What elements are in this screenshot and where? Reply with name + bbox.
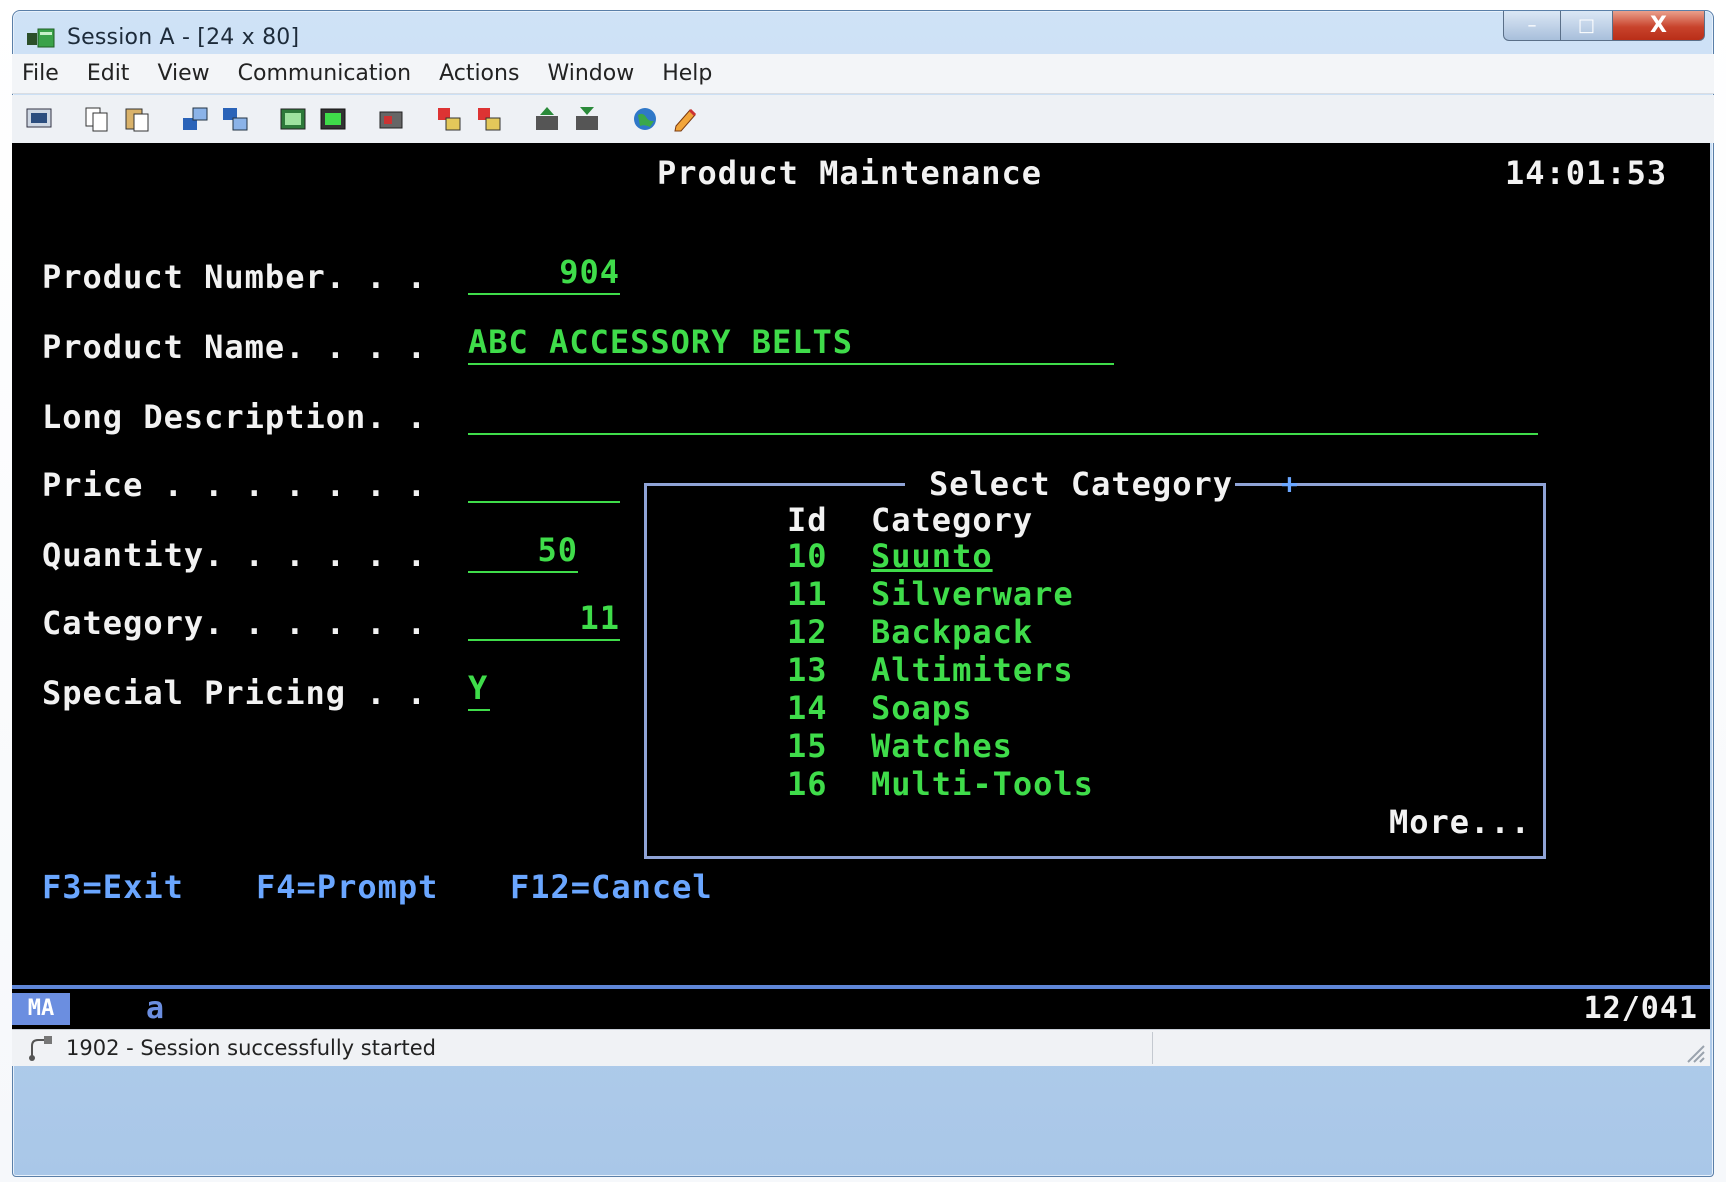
menu-bar: File Edit View Communication Actions Win… (12, 54, 1714, 94)
category-id: 10 (787, 537, 828, 575)
label-price: Price . . . . . . . (42, 466, 428, 504)
screen-heading: Product Maintenance (657, 154, 1043, 192)
screen-time: 14:01:53 (1505, 154, 1668, 192)
toolbar (12, 95, 1714, 143)
status-bar: 1902 - Session successfully started (12, 1029, 1710, 1066)
receive-icon (223, 108, 248, 131)
category-id: 14 (787, 689, 828, 727)
category-option[interactable]: Soaps (871, 690, 972, 726)
menu-view[interactable]: View (157, 61, 209, 86)
transfer-up-button[interactable] (530, 102, 564, 136)
category-field[interactable]: 11 (468, 599, 620, 641)
long-description-field[interactable] (468, 399, 1538, 435)
transfer-down-icon (576, 107, 598, 130)
product-name-value: ABC ACCESSORY BELTS (468, 323, 854, 361)
category-option[interactable]: Watches (871, 728, 1013, 764)
f4-prompt-key[interactable]: F4=Prompt (256, 869, 438, 905)
label-special-pricing: Special Pricing . . (42, 674, 428, 712)
operator-information-area: MA a 12/041 (12, 989, 1710, 1029)
category-id: 16 (787, 765, 828, 803)
minimize-icon: – (1527, 15, 1537, 36)
label-category: Category. . . . . . (42, 604, 428, 642)
quantity-value: 50 (537, 531, 578, 569)
cursor-position: 12/041 (1583, 991, 1698, 1026)
product-number-field[interactable]: 904 (468, 253, 620, 295)
price-field[interactable] (468, 467, 620, 503)
pencil-icon (674, 108, 697, 132)
product-number-value: 904 (559, 253, 620, 291)
category-option[interactable]: Multi-Tools (871, 766, 1094, 802)
menu-edit[interactable]: Edit (87, 61, 130, 86)
connection-status-icon (29, 1036, 52, 1061)
macro-play-icon (438, 108, 461, 131)
session-app-icon (27, 28, 55, 48)
special-pricing-field[interactable]: Y (468, 669, 490, 711)
macro-stop-button[interactable] (472, 102, 506, 136)
product-name-field[interactable]: ABC ACCESSORY BELTS (468, 323, 1114, 365)
send-button[interactable] (178, 102, 212, 136)
category-id: 12 (787, 613, 828, 651)
category-id: 13 (787, 651, 828, 689)
category-option[interactable]: Silverware (871, 576, 1074, 612)
display-button[interactable] (276, 102, 310, 136)
more-indicator: More... (1389, 803, 1531, 841)
special-pricing-value: Y (468, 669, 489, 707)
status-message: 1902 - Session successfully started (66, 1036, 436, 1060)
terminal-screen[interactable]: Product Maintenance 14:01:53 Product Num… (12, 143, 1710, 985)
print-screen-button[interactable] (22, 102, 56, 136)
menu-communication[interactable]: Communication (238, 61, 411, 86)
send-icon (183, 107, 208, 130)
terminal-button[interactable] (316, 102, 350, 136)
select-category-window: Select Category + Id Category 10 Suunto … (644, 466, 1546, 859)
globe-icon (634, 108, 656, 130)
label-long-description: Long Description. . (42, 398, 428, 436)
display-icon (280, 108, 306, 130)
oia-input-indicator: a (146, 991, 165, 1026)
popup-resize-marker-icon: + (1281, 467, 1299, 500)
terminal-icon (320, 108, 346, 130)
popup-title: Select Category (929, 465, 1233, 503)
quantity-field[interactable]: 50 (468, 531, 578, 573)
category-option[interactable]: Backpack (871, 614, 1033, 650)
close-icon: X (1650, 13, 1667, 38)
category-value: 11 (579, 599, 620, 637)
popup-col-id: Id (787, 501, 828, 539)
menu-window[interactable]: Window (547, 61, 634, 86)
paste-button[interactable] (120, 102, 154, 136)
maximize-icon: □ (1577, 15, 1595, 36)
resize-grip-icon[interactable] (1682, 1040, 1706, 1064)
menu-actions[interactable]: Actions (439, 61, 519, 86)
label-product-name: Product Name. . . . (42, 328, 428, 366)
f12-cancel-key[interactable]: F12=Cancel (510, 869, 713, 905)
record-macro-icon (379, 111, 403, 129)
transfer-down-button[interactable] (570, 102, 604, 136)
label-quantity: Quantity. . . . . . (42, 536, 428, 574)
category-option[interactable]: Suunto (871, 538, 993, 574)
globe-button[interactable] (628, 102, 662, 136)
ma-indicator: MA (12, 993, 70, 1025)
edit-button[interactable] (668, 102, 702, 136)
close-button[interactable]: X (1613, 11, 1705, 41)
maximize-button[interactable]: □ (1561, 11, 1613, 41)
popup-col-category: Category (871, 501, 1034, 539)
transfer-up-icon (536, 107, 558, 130)
menu-file[interactable]: File (22, 61, 59, 86)
label-product-number: Product Number. . . (42, 258, 428, 296)
category-option[interactable]: Altimiters (871, 652, 1074, 688)
print-screen-icon (26, 108, 52, 128)
f3-exit-key[interactable]: F3=Exit (42, 869, 184, 905)
menu-help[interactable]: Help (662, 61, 712, 86)
macro-stop-icon (478, 108, 501, 131)
minimize-button[interactable]: – (1503, 11, 1561, 41)
paste-icon (125, 108, 149, 132)
copy-button[interactable] (80, 102, 114, 136)
record-button[interactable] (374, 102, 408, 136)
macro-play-button[interactable] (432, 102, 466, 136)
window-title: Session A - [24 x 80] (67, 25, 300, 50)
category-id: 11 (787, 575, 828, 613)
category-id: 15 (787, 727, 828, 765)
receive-button[interactable] (218, 102, 252, 136)
window-controls: – □ X (1503, 11, 1705, 43)
copy-icon (85, 107, 108, 132)
